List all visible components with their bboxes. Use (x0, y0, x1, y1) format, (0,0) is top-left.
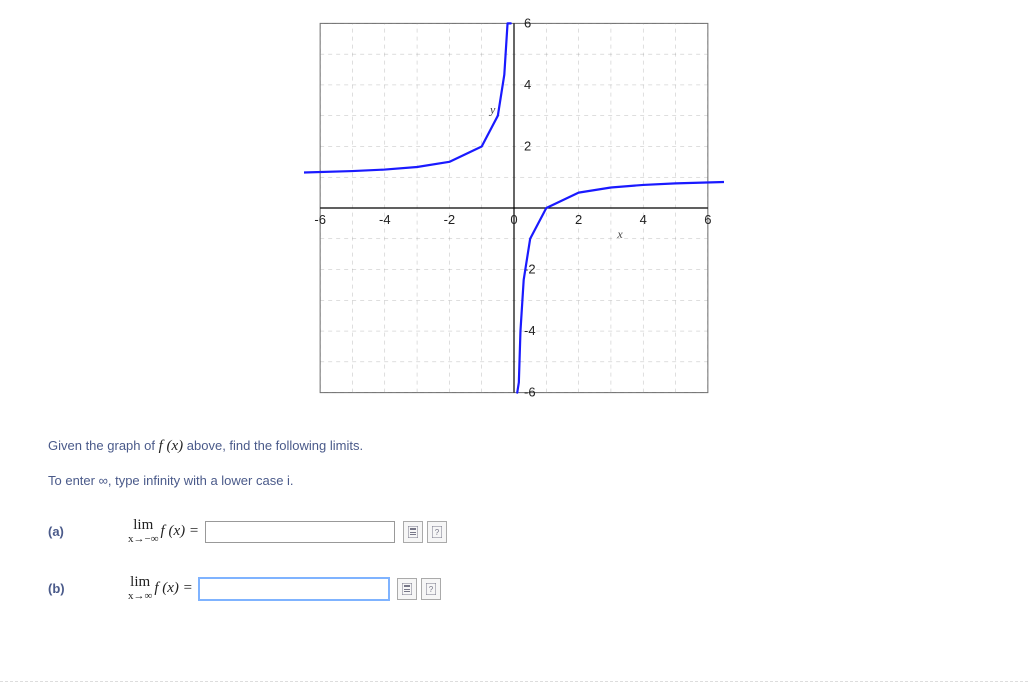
part-label-a: (a) (48, 524, 128, 539)
svg-text:2: 2 (524, 138, 531, 153)
function-graph: -6-4-20246-6-4-2246xy (304, 8, 724, 408)
limit-notation-a: lim x→−∞ (128, 518, 159, 545)
svg-text:-4: -4 (524, 323, 536, 338)
svg-text:y: y (489, 103, 496, 117)
help-icon[interactable]: ? (427, 521, 447, 543)
svg-text:4: 4 (640, 212, 647, 227)
help-icon[interactable]: ? (421, 578, 441, 600)
fx-symbol: f (x) (159, 438, 184, 454)
text: above, find the following limits. (187, 438, 363, 453)
question-a: (a) lim x→−∞ f (x) = ? (48, 518, 980, 545)
lim-approach: x→−∞ (128, 534, 159, 545)
svg-text:-6: -6 (314, 212, 326, 227)
instructions: Given the graph of f (x) above, find the… (48, 438, 980, 488)
svg-text:0: 0 (510, 212, 517, 227)
svg-text:x: x (616, 227, 623, 241)
lim-word: lim (133, 518, 153, 534)
exercise-page: -6-4-20246-6-4-2246xy Given the graph of… (0, 0, 1028, 682)
part-label-b: (b) (48, 581, 128, 596)
fx-equals: f (x) = (161, 523, 199, 540)
fx-equals: f (x) = (154, 580, 192, 597)
preview-icon[interactable] (397, 578, 417, 600)
svg-text:-2: -2 (444, 212, 456, 227)
svg-text:-6: -6 (524, 385, 536, 400)
answer-input-a[interactable] (205, 521, 395, 543)
svg-text:?: ? (429, 585, 434, 594)
limit-notation-b: lim x→∞ (128, 575, 152, 602)
lim-word: lim (130, 575, 150, 591)
svg-text:?: ? (435, 528, 440, 537)
prompt-line-1: Given the graph of f (x) above, find the… (48, 438, 980, 455)
prompt-line-2: To enter ∞, type infinity with a lower c… (48, 473, 980, 488)
graph-container: -6-4-20246-6-4-2246xy (48, 8, 980, 408)
preview-icon[interactable] (403, 521, 423, 543)
lim-approach: x→∞ (128, 591, 152, 602)
answer-input-b[interactable] (199, 578, 389, 600)
input-tools: ? (397, 578, 441, 600)
svg-text:4: 4 (524, 77, 531, 92)
input-tools: ? (403, 521, 447, 543)
svg-text:-4: -4 (379, 212, 391, 227)
question-b: (b) lim x→∞ f (x) = ? (48, 575, 980, 602)
svg-text:2: 2 (575, 212, 582, 227)
text: Given the graph of (48, 438, 159, 453)
svg-text:6: 6 (704, 212, 711, 227)
svg-text:6: 6 (524, 15, 531, 30)
